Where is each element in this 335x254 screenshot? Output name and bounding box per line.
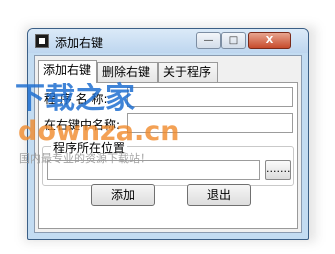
minimize-button[interactable]: — — [196, 32, 221, 49]
program-name-field[interactable] — [127, 87, 293, 107]
close-button[interactable]: X — [248, 32, 291, 49]
browse-button[interactable]: ....... — [265, 160, 291, 180]
location-group-label: 程序所在位置 — [51, 139, 128, 156]
tab-remove-context-menu[interactable]: 删除右键 — [97, 62, 158, 82]
menu-name-label: 在右键中名称: — [44, 118, 121, 132]
program-location-field[interactable] — [47, 160, 260, 180]
location-group: 程序所在位置 ....... — [42, 139, 294, 186]
title-bar[interactable]: 添加右键 — □ X — [28, 29, 308, 53]
window-title: 添加右键 — [55, 36, 104, 50]
dialog-window: 添加右键 — □ X 添加右键 删除右键 关于程序 程 序 名 称: 在右键中名… — [27, 28, 309, 240]
maximize-button[interactable]: □ — [221, 32, 246, 49]
menu-name-field[interactable] — [127, 113, 293, 133]
app-icon — [35, 34, 49, 48]
program-name-label: 程 序 名 称: — [44, 92, 108, 106]
client-area: 添加右键 删除右键 关于程序 程 序 名 称: 在右键中名称: 程序所在位置 .… — [34, 55, 302, 233]
exit-button[interactable]: 退出 — [187, 184, 251, 206]
add-button[interactable]: 添加 — [91, 184, 155, 206]
tab-about[interactable]: 关于程序 — [158, 62, 218, 82]
tab-panel: 程 序 名 称: 在右键中名称: 程序所在位置 ....... — [38, 82, 298, 229]
tab-add-context-menu[interactable]: 添加右键 — [38, 60, 97, 83]
